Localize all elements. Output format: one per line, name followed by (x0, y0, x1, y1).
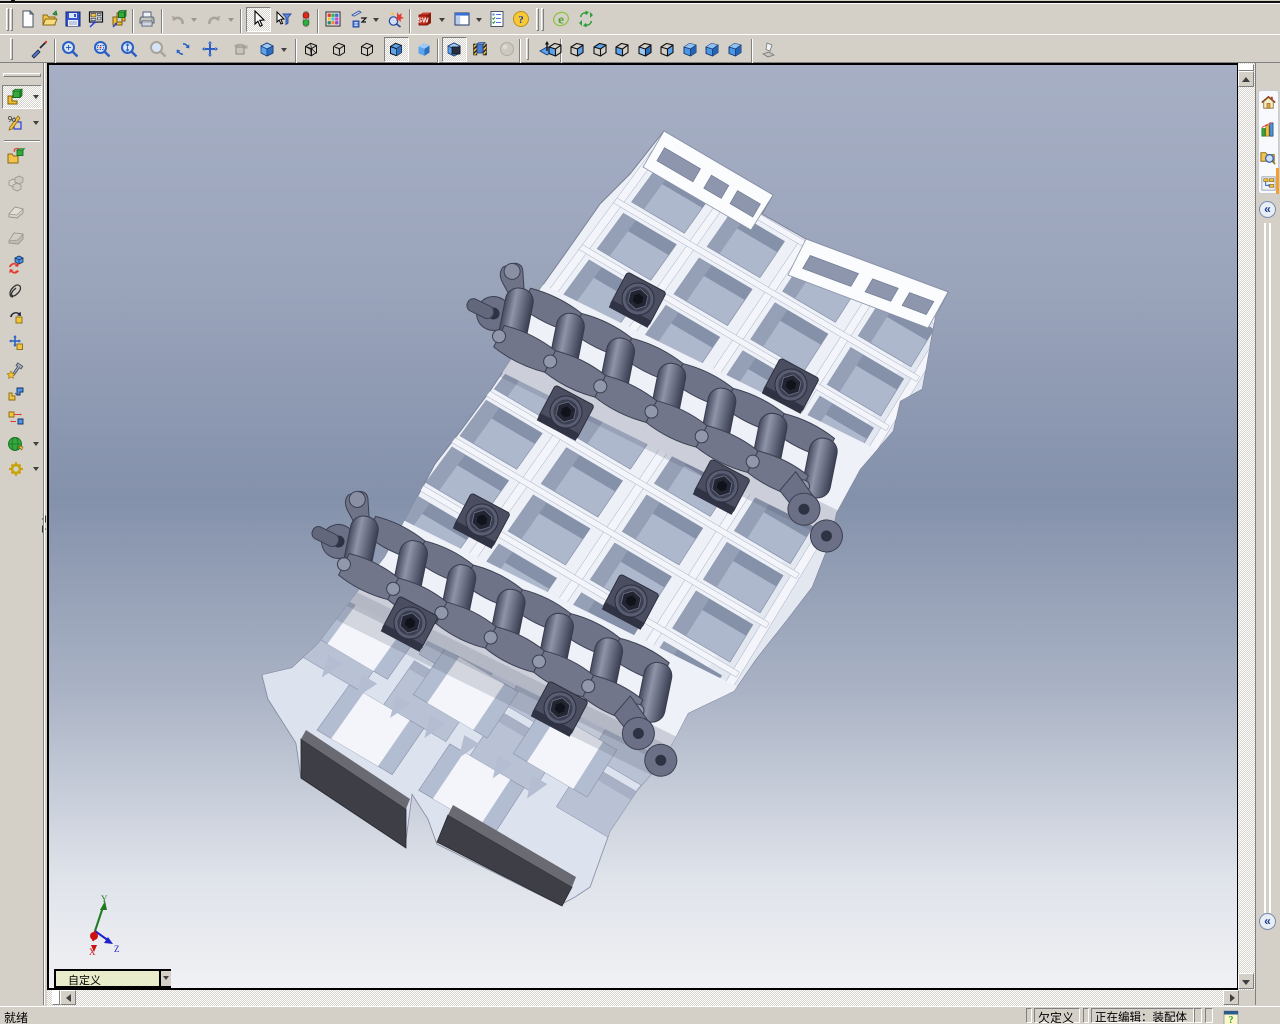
svg-text:Y: Y (101, 894, 108, 904)
svg-text:X: X (89, 947, 96, 957)
svg-text:Z: Z (114, 944, 120, 954)
